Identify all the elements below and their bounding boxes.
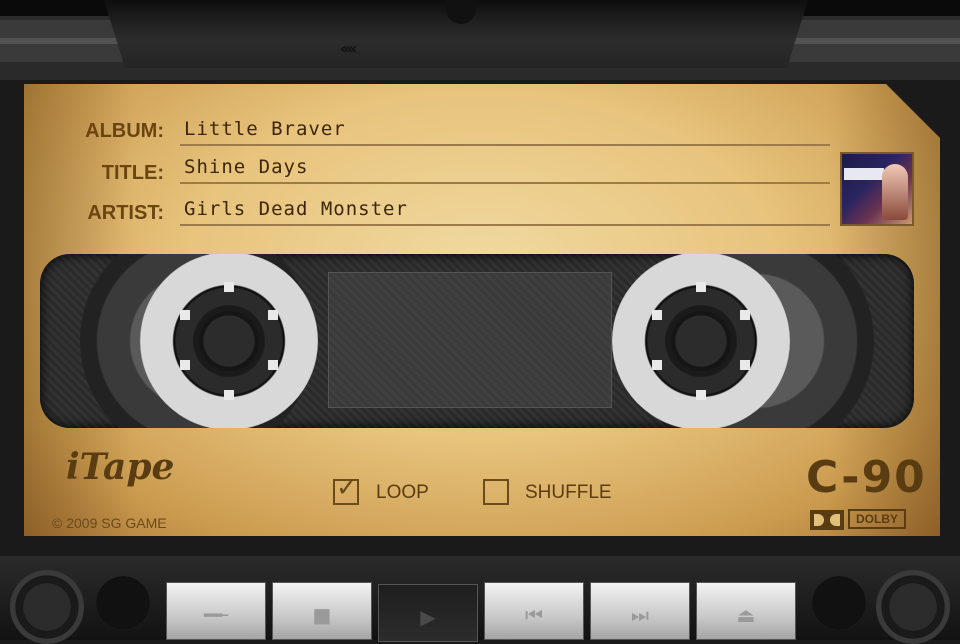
loop-checkbox[interactable]: ✓ <box>333 475 359 505</box>
copyright-text: © 2009 SG GAME <box>52 515 167 531</box>
cassette-deck-top: ‹‹‹‹ <box>0 0 960 80</box>
left-reel <box>140 254 318 428</box>
artist-row: ARTIST: Girls Dead Monster <box>24 194 834 234</box>
left-reel-hub <box>199 311 259 371</box>
previous-track-icon: ⏮ <box>525 603 543 627</box>
play-icon: ▶ <box>420 605 436 629</box>
rewind-indicator-icon: ‹‹‹‹ <box>340 39 357 58</box>
stop-button[interactable]: ■ <box>272 582 372 640</box>
artist-value: Girls Dead Monster <box>184 198 408 220</box>
settings-button[interactable]: ━╾ <box>166 582 266 640</box>
stop-icon: ■ <box>312 603 332 627</box>
artist-key: ARTIST: <box>87 202 164 224</box>
control-bar: ━╾ ■ ▶ ⏮ ⏭ ⏏ <box>0 556 960 644</box>
right-reel <box>612 254 790 428</box>
right-reel-hub <box>671 311 731 371</box>
album-art[interactable] <box>840 152 914 226</box>
loop-label[interactable]: LOOP <box>376 482 429 504</box>
play-button[interactable]: ▶ <box>378 584 478 642</box>
tape-type-label: C-90 <box>806 452 927 503</box>
checkmark-icon: ✓ <box>336 473 358 503</box>
album-key: ALBUM: <box>85 120 164 142</box>
title-value: Shine Days <box>184 156 309 178</box>
shuffle-label[interactable]: SHUFFLE <box>525 482 612 504</box>
dolby-logo-icon <box>810 510 844 530</box>
next-track-button[interactable]: ⏭ <box>590 582 690 640</box>
right-speaker <box>876 570 950 644</box>
app-logo: iTape <box>66 446 175 488</box>
left-speaker-port <box>96 576 150 630</box>
eject-button[interactable]: ⏏ <box>696 582 796 640</box>
title-key: TITLE: <box>101 162 164 184</box>
next-track-icon: ⏭ <box>631 603 649 627</box>
eject-icon: ⏏ <box>736 603 756 627</box>
left-speaker <box>10 570 84 644</box>
shuffle-checkbox[interactable] <box>483 479 509 505</box>
album-value: Little Braver <box>184 118 346 140</box>
dolby-badge: DOLBY <box>848 509 906 529</box>
tape-viewing-window <box>328 272 612 408</box>
title-row: TITLE: Shine Days <box>24 154 834 194</box>
right-speaker-port <box>812 576 866 630</box>
previous-track-button[interactable]: ⏮ <box>484 582 584 640</box>
album-row: ALBUM: Little Braver <box>24 114 834 154</box>
reel-window <box>40 254 914 428</box>
wrench-icon: ━╾ <box>203 603 229 627</box>
